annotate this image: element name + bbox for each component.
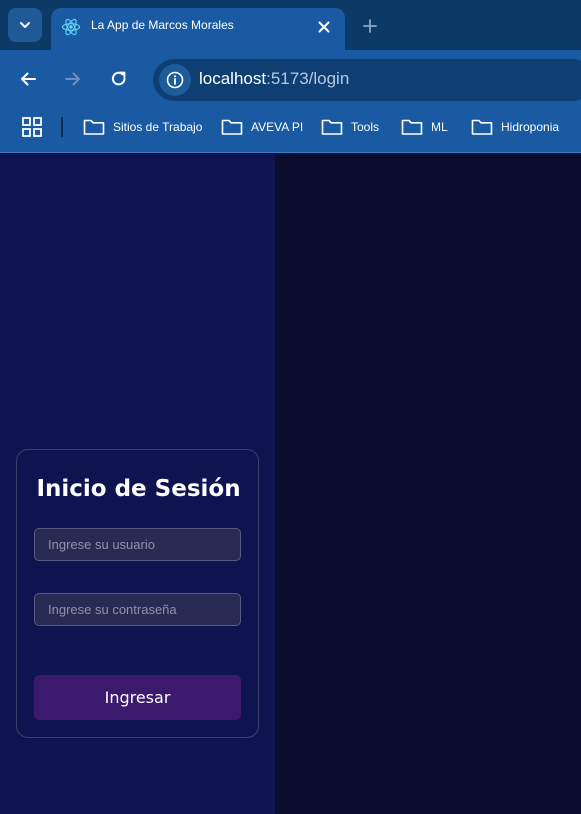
tab-close-button[interactable]	[313, 16, 335, 38]
site-info-button[interactable]	[159, 64, 191, 96]
login-card: Inicio de Sesión Ingresar	[16, 449, 259, 738]
bookmark-label: Tools	[351, 120, 380, 134]
bookmark-hidroponia[interactable]: Hidroponia	[471, 115, 559, 139]
address-bar[interactable]: localhost:5173/login	[153, 59, 581, 101]
active-tab[interactable]: La App de Marcos Morales	[51, 8, 345, 50]
apps-grid-icon[interactable]	[21, 116, 43, 138]
bookmark-ml[interactable]: ML	[401, 115, 448, 139]
navigation-toolbar: localhost:5173/login	[0, 50, 581, 108]
forward-button[interactable]	[57, 63, 89, 95]
chevron-down-icon	[20, 22, 30, 28]
bookmark-label: ML	[431, 120, 448, 134]
folder-icon	[221, 119, 243, 135]
info-icon	[166, 71, 184, 89]
bookmark-label: Sitios de Trabajo	[113, 120, 203, 134]
forward-arrow-icon	[65, 72, 80, 86]
login-button[interactable]: Ingresar	[34, 675, 241, 720]
login-title: Inicio de Sesión	[36, 476, 241, 502]
close-icon	[318, 21, 330, 33]
back-arrow-icon	[21, 72, 36, 86]
bookmarks-separator	[61, 117, 63, 137]
folder-icon	[83, 119, 105, 135]
react-logo-icon	[61, 18, 81, 36]
reload-button[interactable]	[103, 63, 135, 95]
bookmark-aveva-pi[interactable]: AVEVA PI	[221, 115, 303, 139]
folder-icon	[321, 119, 343, 135]
bookmark-tools[interactable]: Tools	[321, 115, 379, 139]
right-panel	[275, 154, 581, 814]
tab-strip: La App de Marcos Morales	[0, 0, 581, 50]
left-panel: Inicio de Sesión Ingresar	[0, 154, 275, 814]
bookmark-label: Hidroponia	[501, 120, 560, 134]
plus-icon	[363, 19, 377, 33]
bookmark-label: AVEVA PI	[251, 120, 304, 134]
folder-icon	[471, 119, 493, 135]
url-path: :5173/login	[266, 69, 350, 88]
username-input[interactable]	[34, 528, 241, 561]
password-input[interactable]	[34, 593, 241, 626]
back-button[interactable]	[12, 63, 44, 95]
tab-search-button[interactable]	[8, 8, 42, 42]
bookmarks-bar: Sitios de Trabajo AVEVA PI Tools ML Hidr…	[0, 108, 581, 153]
login-page: Inicio de Sesión Ingresar	[0, 154, 581, 814]
new-tab-button[interactable]	[356, 12, 384, 40]
reload-icon	[111, 71, 126, 86]
bookmark-sitios-de-trabajo[interactable]: Sitios de Trabajo	[83, 115, 202, 139]
url-text: localhost:5173/login	[199, 69, 349, 89]
url-host: localhost	[199, 69, 267, 88]
tab-title: La App de Marcos Morales	[91, 18, 234, 32]
folder-icon	[401, 119, 423, 135]
